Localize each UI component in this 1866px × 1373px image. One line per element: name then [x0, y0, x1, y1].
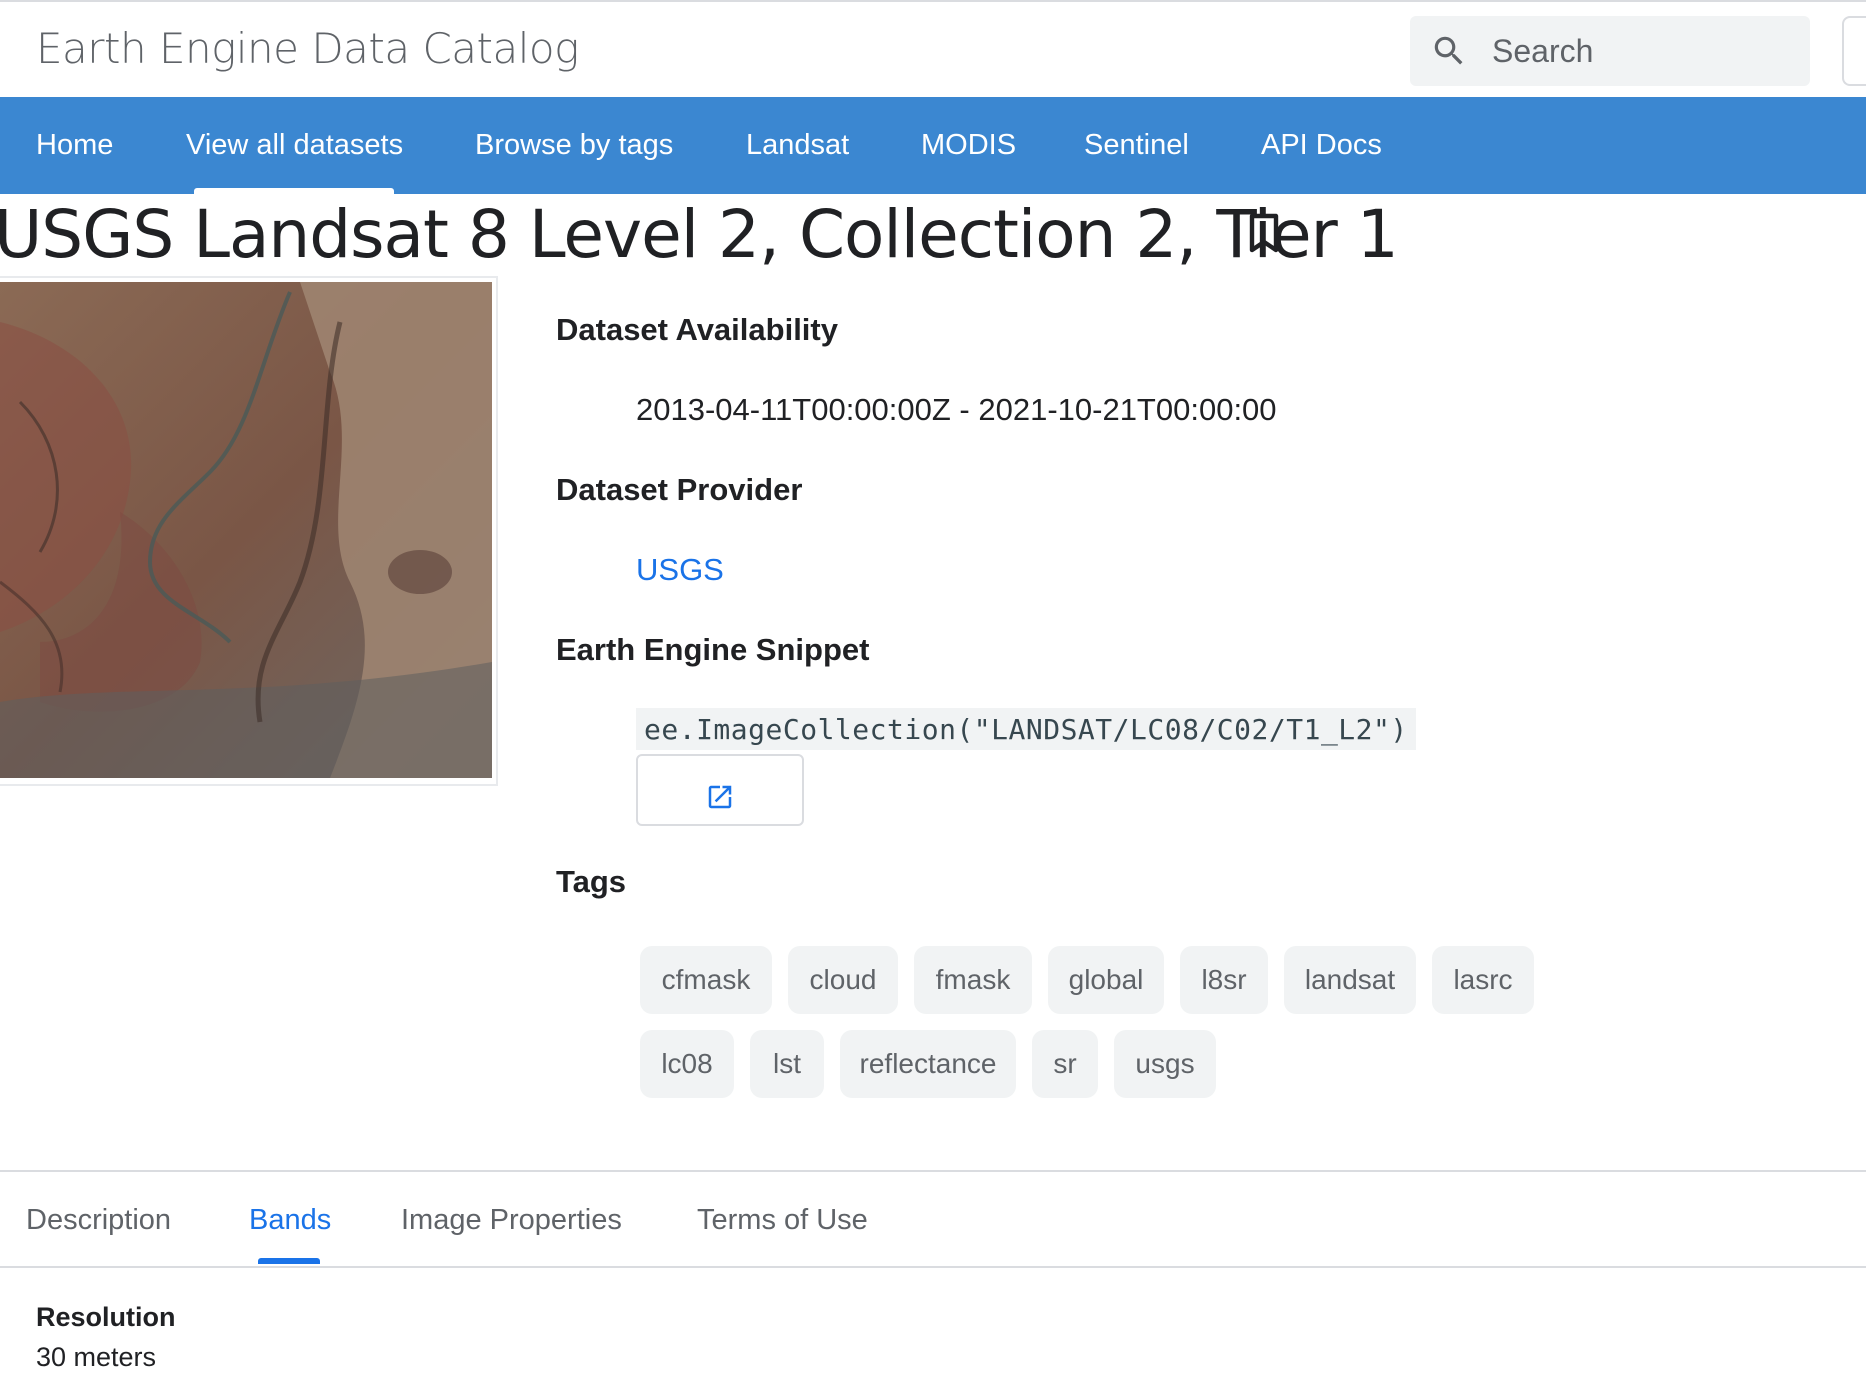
- nav-item-view-all-datasets[interactable]: View all datasets: [186, 129, 403, 162]
- nav-item-browse-by-tags[interactable]: Browse by tags: [475, 129, 673, 162]
- open-in-code-editor-button[interactable]: [636, 754, 804, 826]
- header-action-button[interactable]: [1842, 16, 1866, 86]
- availability-heading: Dataset Availability: [556, 312, 838, 347]
- provider-heading: Dataset Provider: [556, 472, 803, 507]
- tag-chip[interactable]: lasrc: [1432, 946, 1534, 1014]
- snippet-heading: Earth Engine Snippet: [556, 632, 870, 667]
- search-icon: [1434, 36, 1463, 65]
- tag-chip[interactable]: lst: [750, 1030, 824, 1098]
- tag-chip[interactable]: cfmask: [640, 946, 772, 1014]
- provider-link[interactable]: USGS: [636, 552, 724, 587]
- code-snippet[interactable]: ee.ImageCollection("LANDSAT/LC08/C02/T1_…: [636, 708, 1416, 750]
- tag-chip[interactable]: usgs: [1114, 1030, 1216, 1098]
- page-title: USGS Landsat 8 Level 2, Collection 2, Ti…: [0, 196, 1399, 273]
- nav-bar: Home View all datasets Browse by tags La…: [0, 97, 1866, 194]
- dataset-thumbnail: [0, 282, 492, 778]
- tab-bands[interactable]: Bands: [249, 1204, 331, 1237]
- tag-chip[interactable]: landsat: [1284, 946, 1416, 1014]
- bookmark-icon[interactable]: [1246, 212, 1282, 256]
- open-in-new-icon: [708, 785, 732, 809]
- tab-active-indicator: [258, 1258, 320, 1264]
- tags-heading: Tags: [556, 864, 627, 899]
- resolution-value: 30 meters: [36, 1342, 157, 1372]
- nav-active-indicator: [194, 188, 394, 194]
- tag-chip[interactable]: fmask: [914, 946, 1032, 1014]
- tag-chip[interactable]: lc08: [640, 1030, 734, 1098]
- tabs-top-divider: [0, 1170, 1866, 1172]
- tab-terms-of-use[interactable]: Terms of Use: [697, 1204, 868, 1237]
- search-input[interactable]: [1490, 31, 1794, 71]
- tab-image-properties[interactable]: Image Properties: [401, 1204, 622, 1237]
- tag-chip[interactable]: sr: [1032, 1030, 1098, 1098]
- tag-chip[interactable]: global: [1048, 946, 1164, 1014]
- search-box[interactable]: [1410, 16, 1810, 86]
- tag-chip[interactable]: l8sr: [1180, 946, 1268, 1014]
- tab-description[interactable]: Description: [26, 1204, 171, 1237]
- availability-value: 2013-04-11T00:00:00Z - 2021-10-21T00:00:…: [636, 392, 1277, 427]
- tabs-bottom-divider: [0, 1266, 1866, 1268]
- nav-item-modis[interactable]: MODIS: [921, 129, 1016, 162]
- nav-item-home[interactable]: Home: [36, 129, 113, 162]
- tag-chip[interactable]: reflectance: [840, 1030, 1016, 1098]
- nav-item-api-docs[interactable]: API Docs: [1261, 129, 1382, 162]
- site-title[interactable]: Earth Engine Data Catalog: [36, 24, 579, 73]
- nav-item-landsat[interactable]: Landsat: [746, 129, 849, 162]
- resolution-label: Resolution: [36, 1302, 176, 1332]
- top-bar: Earth Engine Data Catalog: [0, 0, 1866, 97]
- tag-chip[interactable]: cloud: [788, 946, 898, 1014]
- nav-item-sentinel[interactable]: Sentinel: [1084, 129, 1189, 162]
